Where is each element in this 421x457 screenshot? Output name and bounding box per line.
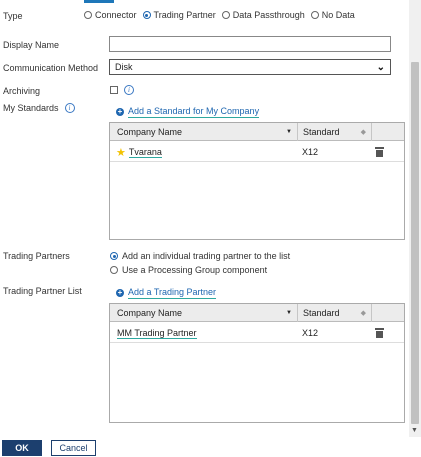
communication-method-value: Disk — [115, 62, 133, 72]
radio-checked-icon[interactable] — [142, 11, 151, 19]
column-header-standard[interactable]: Standard ◆ — [298, 123, 372, 141]
add-standard-link[interactable]: + Add a Standard for My Company — [116, 106, 260, 118]
my-standards-table: Company Name ▼ Standard ◆ ★ Tvarana X12 — [109, 122, 405, 240]
company-name-cell: ★ Tvarana — [116, 146, 162, 159]
archiving-controls: i — [110, 85, 134, 95]
type-label: Type — [3, 11, 23, 21]
type-option-data-passthrough[interactable]: Data Passthrough — [221, 10, 305, 20]
radio-icon[interactable] — [110, 266, 118, 274]
company-name-cell: MM Trading Partner — [117, 327, 197, 339]
standard-cell: X12 — [302, 147, 319, 157]
radio-checked-icon[interactable] — [110, 252, 118, 260]
radio-icon[interactable] — [221, 11, 230, 19]
column-header-standard[interactable]: Standard ◆ — [298, 304, 372, 322]
type-radio-group: Connector Trading Partner Data Passthrou… — [84, 10, 361, 20]
trading-partners-option-processing-group[interactable]: Use a Processing Group component — [110, 265, 267, 275]
ok-button[interactable]: OK — [2, 440, 42, 456]
scroll-down-arrow-icon[interactable]: ▼ — [411, 427, 418, 434]
table-row[interactable]: ★ Tvarana X12 — [110, 142, 404, 162]
archiving-label: Archiving — [3, 86, 41, 96]
sort-icon[interactable]: ◆ — [361, 128, 366, 136]
caret-down-icon[interactable]: ▼ — [286, 310, 292, 316]
table-header: Company Name ▼ Standard ◆ — [110, 304, 404, 322]
delete-row-button[interactable] — [375, 323, 384, 343]
trash-icon[interactable] — [375, 147, 384, 157]
type-option-no-data[interactable]: No Data — [310, 10, 355, 20]
column-header-company-name[interactable]: Company Name ▼ — [110, 123, 298, 141]
vertical-scrollbar[interactable]: ▼ — [409, 0, 421, 437]
my-standards-label-row: My Standards i — [3, 103, 75, 113]
scrollbar-thumb[interactable] — [411, 62, 419, 424]
display-name-label: Display Name — [3, 40, 60, 50]
table-row[interactable]: MM Trading Partner X12 — [110, 323, 404, 343]
info-icon[interactable]: i — [64, 103, 75, 113]
cancel-button[interactable]: Cancel — [51, 440, 96, 456]
communication-method-label: Communication Method — [3, 63, 99, 73]
add-trading-partner-link[interactable]: + Add a Trading Partner — [116, 287, 217, 299]
chevron-down-icon[interactable]: ⌄ — [377, 62, 385, 73]
radio-icon[interactable] — [310, 11, 319, 19]
archiving-checkbox[interactable] — [110, 86, 118, 94]
standard-cell: X12 — [302, 328, 319, 338]
table-header: Company Name ▼ Standard ◆ — [110, 123, 404, 141]
dialog-footer: OK Cancel — [0, 437, 421, 457]
type-option-connector[interactable]: Connector — [84, 10, 137, 20]
plus-circle-icon: + — [116, 107, 124, 116]
trading-partner-table: Company Name ▼ Standard ◆ MM Trading Par… — [109, 303, 405, 423]
delete-row-button[interactable] — [375, 142, 384, 162]
trading-partners-label: Trading Partners — [3, 251, 70, 261]
star-icon: ★ — [116, 146, 126, 159]
my-standards-label: My Standards — [3, 103, 59, 113]
plus-circle-icon: + — [116, 288, 124, 297]
trading-partners-option-individual[interactable]: Add an individual trading partner to the… — [110, 251, 290, 261]
info-icon[interactable]: i — [124, 85, 134, 95]
type-option-trading-partner[interactable]: Trading Partner — [142, 10, 216, 20]
caret-down-icon[interactable]: ▼ — [286, 129, 292, 135]
display-name-input[interactable] — [109, 36, 391, 52]
communication-method-select[interactable]: Disk ⌄ — [109, 59, 391, 75]
trash-icon[interactable] — [375, 328, 384, 338]
radio-icon[interactable] — [84, 11, 92, 19]
trading-partner-list-label: Trading Partner List — [3, 286, 82, 296]
column-header-company-name[interactable]: Company Name ▼ — [110, 304, 298, 322]
top-tab-indicator — [84, 0, 114, 3]
sort-icon[interactable]: ◆ — [361, 309, 366, 317]
